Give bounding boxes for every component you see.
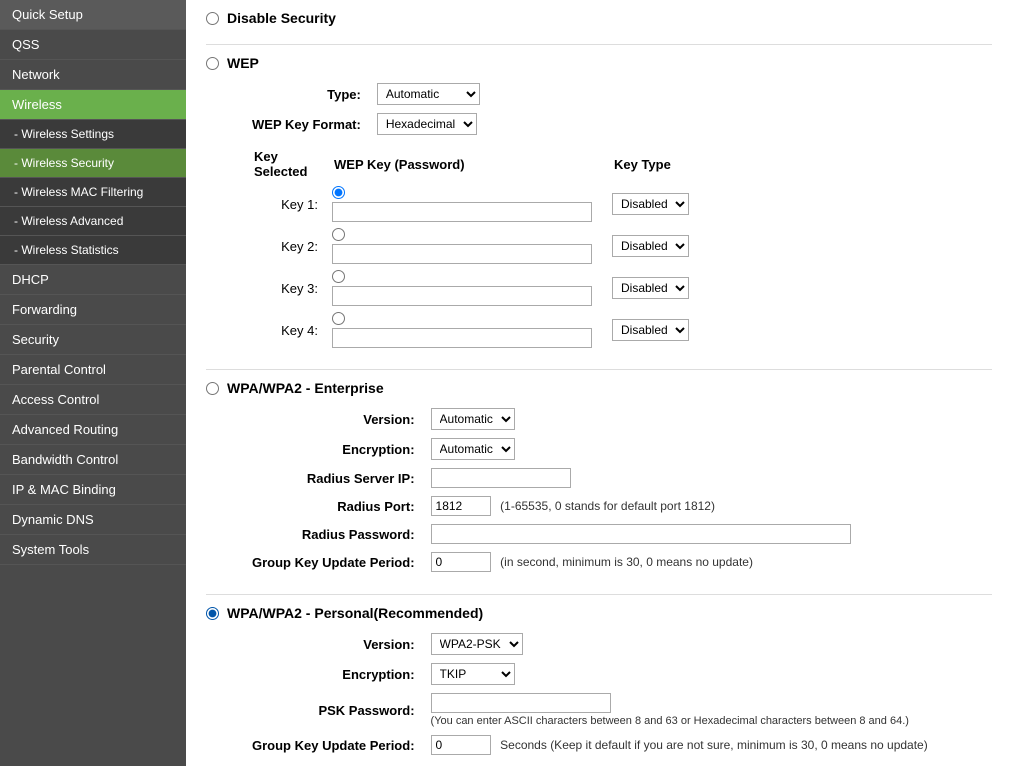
wep-key-label-1: Key 1:	[246, 183, 326, 225]
sidebar: Quick SetupQSSNetworkWireless- Wireless …	[0, 0, 186, 766]
sidebar-item-dhcp[interactable]: DHCP	[0, 265, 186, 295]
ent-radius-password-input[interactable]	[431, 524, 851, 544]
ent-group-key-label: Group Key Update Period:	[246, 548, 425, 576]
personal-form: Version: Automatic WPA-PSK WPA2-PSK Encr…	[246, 629, 934, 759]
wep-key-type-select-1[interactable]: Disabled 64bit 128bit 152bit	[612, 193, 689, 215]
per-group-key-input[interactable]	[431, 735, 491, 755]
wep-key-radio-3[interactable]	[332, 270, 345, 283]
ent-radius-ip-label: Radius Server IP:	[246, 464, 425, 492]
wep-key-format-label: WEP Key Format:	[246, 109, 371, 139]
disable-security-radio[interactable]	[206, 12, 219, 25]
sidebar-item-dynamic-dns[interactable]: Dynamic DNS	[0, 505, 186, 535]
sidebar-item-qss[interactable]: QSS	[0, 30, 186, 60]
wep-type-select[interactable]: Automatic Open System Shared Key	[377, 83, 480, 105]
wep-key-input-1[interactable]	[332, 202, 592, 222]
sidebar-item-wireless-stats[interactable]: - Wireless Statistics	[0, 236, 186, 265]
wep-key-format-select[interactable]: Hexadecimal ASCII	[377, 113, 477, 135]
sidebar-item-security[interactable]: Security	[0, 325, 186, 355]
sidebar-item-wireless[interactable]: Wireless	[0, 90, 186, 120]
wep-key-type-select-3[interactable]: Disabled 64bit 128bit 152bit	[612, 277, 689, 299]
sidebar-item-parental[interactable]: Parental Control	[0, 355, 186, 385]
ent-version-select[interactable]: Automatic WPA WPA2	[431, 408, 515, 430]
per-psk-input[interactable]	[431, 693, 611, 713]
per-encryption-select[interactable]: Automatic TKIP AES	[431, 663, 515, 685]
wep-key-label-4: Key 4:	[246, 309, 326, 351]
wep-radio[interactable]	[206, 57, 219, 70]
ent-radius-port-label: Radius Port:	[246, 492, 425, 520]
per-version-select[interactable]: Automatic WPA-PSK WPA2-PSK	[431, 633, 523, 655]
wep-key-label-2: Key 2:	[246, 225, 326, 267]
wep-key-row-4: Key 4: Disabled 64bit 128bit 152bit	[246, 309, 695, 351]
personal-label: WPA/WPA2 - Personal(Recommended)	[227, 605, 483, 621]
per-psk-label: PSK Password:	[246, 689, 425, 731]
wep-key-input-4[interactable]	[332, 328, 592, 348]
ent-radius-port-note: (1-65535, 0 stands for default port 1812…	[500, 499, 715, 513]
sidebar-item-system-tools[interactable]: System Tools	[0, 535, 186, 565]
wep-key-radio-1[interactable]	[332, 186, 345, 199]
wep-type-label: Type:	[246, 79, 371, 109]
wep-key-selected-header: Key Selected	[246, 145, 326, 183]
ent-group-key-note: (in second, minimum is 30, 0 means no up…	[500, 555, 753, 569]
wep-key-row-2: Key 2: Disabled 64bit 128bit 152bit	[246, 225, 695, 267]
wep-form: Type: Automatic Open System Shared Key W…	[246, 79, 486, 139]
enterprise-section: WPA/WPA2 - Enterprise Version: Automatic…	[206, 380, 992, 576]
wep-key-label-3: Key 3:	[246, 267, 326, 309]
wep-key-row-3: Key 3: Disabled 64bit 128bit 152bit	[246, 267, 695, 309]
sidebar-item-ip-mac[interactable]: IP & MAC Binding	[0, 475, 186, 505]
wep-key-password-header: WEP Key (Password)	[326, 145, 606, 183]
sidebar-item-network[interactable]: Network	[0, 60, 186, 90]
ent-radius-port-input[interactable]	[431, 496, 491, 516]
wep-key-type-select-4[interactable]: Disabled 64bit 128bit 152bit	[612, 319, 689, 341]
sidebar-item-wireless-settings[interactable]: - Wireless Settings	[0, 120, 186, 149]
wep-key-row-1: Key 1: Disabled 64bit 128bit 152bit	[246, 183, 695, 225]
enterprise-radio[interactable]	[206, 382, 219, 395]
wep-key-radio-2[interactable]	[332, 228, 345, 241]
wep-section: WEP Type: Automatic Open System Shared K…	[206, 55, 992, 351]
sidebar-item-advanced-routing[interactable]: Advanced Routing	[0, 415, 186, 445]
disable-security-section: Disable Security	[206, 10, 992, 26]
sidebar-item-wireless-advanced[interactable]: - Wireless Advanced	[0, 207, 186, 236]
sidebar-item-bandwidth[interactable]: Bandwidth Control	[0, 445, 186, 475]
wep-key-input-2[interactable]	[332, 244, 592, 264]
per-psk-note: (You can enter ASCII characters between …	[431, 715, 928, 727]
ent-radius-password-label: Radius Password:	[246, 520, 425, 548]
sidebar-item-quick-setup[interactable]: Quick Setup	[0, 0, 186, 30]
ent-encryption-label: Encryption:	[246, 434, 425, 464]
ent-group-key-input[interactable]	[431, 552, 491, 572]
sidebar-item-forwarding[interactable]: Forwarding	[0, 295, 186, 325]
enterprise-form: Version: Automatic WPA WPA2 Encryption: …	[246, 404, 857, 576]
wep-label: WEP	[227, 55, 259, 71]
wep-key-input-3[interactable]	[332, 286, 592, 306]
wep-key-type-select-2[interactable]: Disabled 64bit 128bit 152bit	[612, 235, 689, 257]
ent-encryption-select[interactable]: Automatic TKIP AES	[431, 438, 515, 460]
sidebar-item-wireless-security[interactable]: - Wireless Security	[0, 149, 186, 178]
personal-section: WPA/WPA2 - Personal(Recommended) Version…	[206, 605, 992, 766]
enterprise-label: WPA/WPA2 - Enterprise	[227, 380, 384, 396]
personal-radio[interactable]	[206, 607, 219, 620]
wep-key-type-header: Key Type	[606, 145, 695, 183]
per-group-key-note: Seconds (Keep it default if you are not …	[500, 738, 928, 752]
disable-security-label: Disable Security	[227, 10, 336, 26]
sidebar-item-wireless-mac[interactable]: - Wireless MAC Filtering	[0, 178, 186, 207]
wep-keys-table: Key Selected WEP Key (Password) Key Type…	[246, 145, 695, 351]
main-content: Disable Security WEP Type: Automatic Ope…	[186, 0, 1012, 766]
per-encryption-label: Encryption:	[246, 659, 425, 689]
ent-version-label: Version:	[246, 404, 425, 434]
sidebar-item-access-control[interactable]: Access Control	[0, 385, 186, 415]
per-group-key-label: Group Key Update Period:	[246, 731, 425, 759]
ent-radius-ip-input[interactable]	[431, 468, 571, 488]
per-version-label: Version:	[246, 629, 425, 659]
wep-key-radio-4[interactable]	[332, 312, 345, 325]
